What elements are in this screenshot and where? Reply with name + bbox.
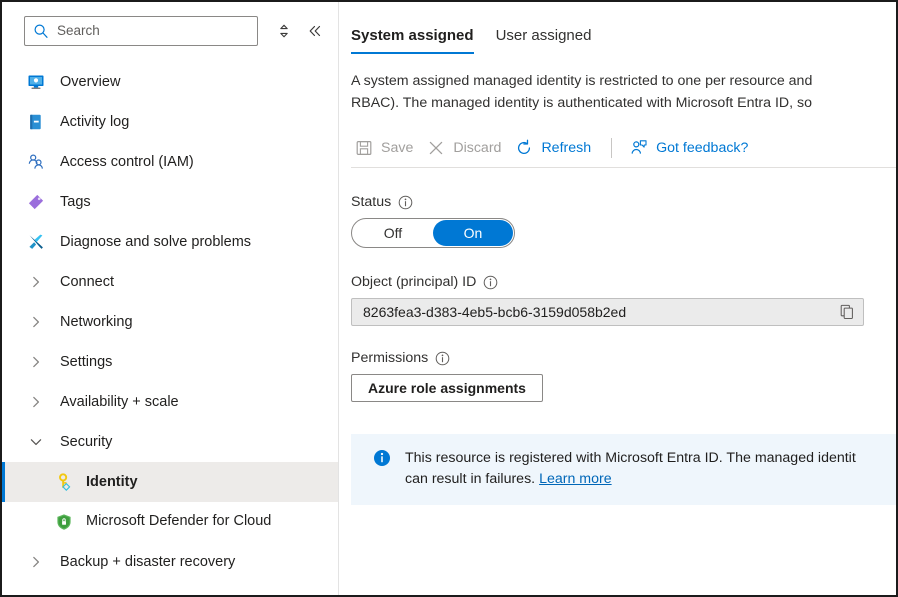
sidebar-item-label: Networking [60,313,133,331]
sidebar-item-defender-for-cloud[interactable]: Microsoft Defender for Cloud [2,502,338,542]
status-toggle-off[interactable]: Off [353,220,433,246]
chevron-right-icon [26,392,46,412]
tab-user-assigned[interactable]: User assigned [496,27,592,54]
sidebar-group-backup[interactable]: Backup + disaster recovery [2,542,338,582]
sidebar-item-label: Security [60,433,112,451]
sidebar-item-label: Connect [60,273,114,291]
sidebar-group-networking[interactable]: Networking [2,302,338,342]
chevron-right-icon [26,312,46,332]
identity-blade-content: System assigned User assigned A system a… [339,2,896,595]
info-icon[interactable] [483,275,498,290]
learn-more-link[interactable]: Learn more [539,471,612,487]
status-label-row: Status [351,194,896,210]
shield-lock-icon [54,512,74,532]
close-x-icon [427,139,445,157]
sidebar-item-label: Diagnose and solve problems [60,233,251,251]
command-toolbar: Save Discard Refresh [351,130,896,168]
permissions-label-row: Permissions [351,350,896,366]
sidebar-item-label: Settings [60,353,112,371]
sidebar-item-activity-log[interactable]: Activity log [2,102,338,142]
banner-line-1: This resource is registered with Microso… [405,450,856,466]
azure-portal-window: Search [0,0,898,597]
feedback-person-icon [630,139,648,157]
status-label: Status [351,194,391,210]
tab-system-assigned[interactable]: System assigned [351,27,474,54]
sidebar-item-diagnose[interactable]: Diagnose and solve problems [2,222,338,262]
object-id-label-row: Object (principal) ID [351,274,896,290]
status-toggle-on[interactable]: On [433,220,513,246]
chevron-right-icon [26,352,46,372]
info-banner: This resource is registered with Microso… [351,434,896,505]
search-placeholder-text: Search [57,24,100,38]
description-line-2: RBAC). The managed identity is authentic… [351,95,812,111]
tools-icon [26,232,46,252]
object-id-section: Object (principal) ID 8263fea3-d383-4eb5… [351,274,896,326]
people-icon [26,152,46,172]
sidebar-nav-list: Overview Activity log [2,56,338,582]
azure-role-assignments-button[interactable]: Azure role assignments [351,374,543,402]
object-id-label: Object (principal) ID [351,274,476,290]
key-icon [54,472,74,492]
tag-icon [26,192,46,212]
permissions-label: Permissions [351,350,428,366]
save-label: Save [381,140,413,156]
banner-line-2-prefix: can result in failures. [405,471,539,487]
sidebar-item-access-control[interactable]: Access control (IAM) [2,142,338,182]
sidebar-item-label: Overview [60,73,120,91]
refresh-button[interactable]: Refresh [511,134,601,162]
save-disk-icon [355,139,373,157]
sidebar-item-label: Access control (IAM) [60,153,194,171]
double-chevron-left-icon[interactable] [303,18,326,44]
search-input[interactable]: Search [24,16,258,46]
sidebar-item-identity[interactable]: Identity [2,462,338,502]
object-id-value: 8263fea3-d383-4eb5-bcb6-3159d058b2ed [363,304,837,320]
info-icon[interactable] [435,351,450,366]
info-banner-text: This resource is registered with Microso… [405,448,856,491]
refresh-icon [515,139,533,157]
sidebar-header: Search [2,2,338,56]
chevron-right-icon [26,272,46,292]
sidebar-group-settings[interactable]: Settings [2,342,338,382]
refresh-label: Refresh [541,140,591,156]
save-button[interactable]: Save [351,134,423,162]
sidebar-item-tags[interactable]: Tags [2,182,338,222]
chevron-down-icon [26,432,46,452]
status-toggle[interactable]: Off On [351,218,515,248]
expand-collapse-icon[interactable] [272,18,295,44]
identity-tabs: System assigned User assigned [351,2,896,54]
permissions-section: Permissions Azure role assignments [351,350,896,402]
got-feedback-button[interactable]: Got feedback? [626,134,758,162]
sidebar-item-label: Backup + disaster recovery [60,553,235,571]
toolbar-separator [611,138,612,158]
sidebar-group-availability[interactable]: Availability + scale [2,382,338,422]
sidebar-group-connect[interactable]: Connect [2,262,338,302]
search-icon [33,23,49,39]
sidebar-group-security[interactable]: Security [2,422,338,462]
monitor-icon [26,72,46,92]
sidebar-item-label: Tags [60,193,91,211]
feedback-label: Got feedback? [656,140,748,156]
discard-label: Discard [453,140,501,156]
chevron-right-icon [26,552,46,572]
discard-button[interactable]: Discard [423,134,511,162]
sidebar-item-label: Microsoft Defender for Cloud [86,513,271,531]
blade-description: A system assigned managed identity is re… [351,70,896,114]
object-id-field[interactable]: 8263fea3-d383-4eb5-bcb6-3159d058b2ed [351,298,864,326]
sidebar-item-label: Activity log [60,113,129,131]
sidebar-item-overview[interactable]: Overview [2,62,338,102]
sidebar-item-label: Availability + scale [60,393,179,411]
resource-menu-sidebar: Search [2,2,339,595]
status-section: Status Off On [351,194,896,248]
activity-log-icon [26,112,46,132]
info-icon[interactable] [398,195,413,210]
copy-icon[interactable] [837,302,857,322]
sidebar-item-label: Identity [86,473,138,491]
description-line-1: A system assigned managed identity is re… [351,73,812,89]
info-filled-icon [373,449,391,467]
